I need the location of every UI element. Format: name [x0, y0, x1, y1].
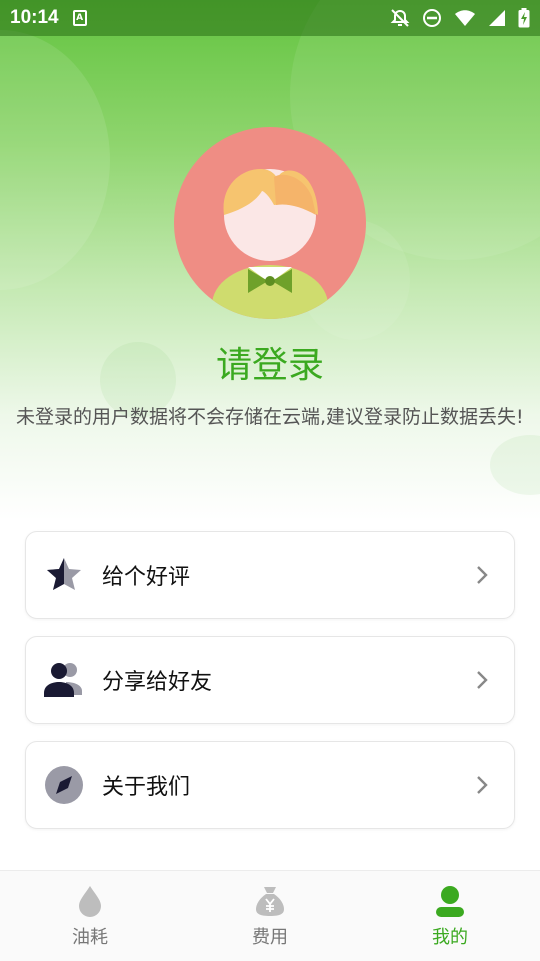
signal-icon [489, 10, 505, 26]
menu-item-label: 分享给好友 [102, 670, 213, 695]
status-bar: 10:14 A [0, 0, 540, 36]
drop-icon [79, 886, 101, 917]
login-prompt[interactable]: 请登录 [0, 336, 540, 388]
chevron-right-icon [477, 566, 488, 584]
money-bag-icon [256, 887, 284, 916]
person-icon [436, 886, 464, 917]
status-time: 10:14 [10, 7, 59, 28]
star-icon [44, 555, 84, 595]
battery-icon [518, 8, 530, 28]
tab-expense[interactable]: 费用 [180, 871, 360, 961]
tab-mine[interactable]: 我的 [360, 871, 540, 961]
compass-icon [44, 765, 84, 805]
avatar[interactable] [174, 127, 366, 319]
menu-item-about[interactable]: 关于我们 [25, 741, 515, 829]
tab-fuel[interactable]: 油耗 [0, 871, 180, 961]
do-not-disturb-icon [423, 9, 441, 27]
tab-label: 油耗 [72, 927, 108, 948]
chevron-right-icon [477, 776, 488, 794]
menu-item-label: 给个好评 [102, 565, 191, 590]
menu-item-label: 关于我们 [102, 775, 191, 800]
bottom-tab-bar: 油耗 费用 我的 [0, 870, 540, 961]
bell-off-icon [390, 9, 410, 27]
wifi-icon [455, 10, 475, 26]
users-icon [44, 660, 84, 700]
decor-circle [0, 30, 110, 290]
menu-item-share[interactable]: 分享给好友 [25, 636, 515, 724]
decor-circle [490, 435, 540, 495]
notification-icon: A [72, 10, 87, 26]
chevron-right-icon [477, 671, 488, 689]
avatar-illustration [212, 169, 328, 319]
tab-label: 费用 [252, 927, 288, 948]
login-description: 未登录的用户数据将不会存储在云端,建议登录防止数据丢失! [16, 406, 524, 428]
tab-label: 我的 [432, 927, 468, 948]
menu-item-rate[interactable]: 给个好评 [25, 531, 515, 619]
